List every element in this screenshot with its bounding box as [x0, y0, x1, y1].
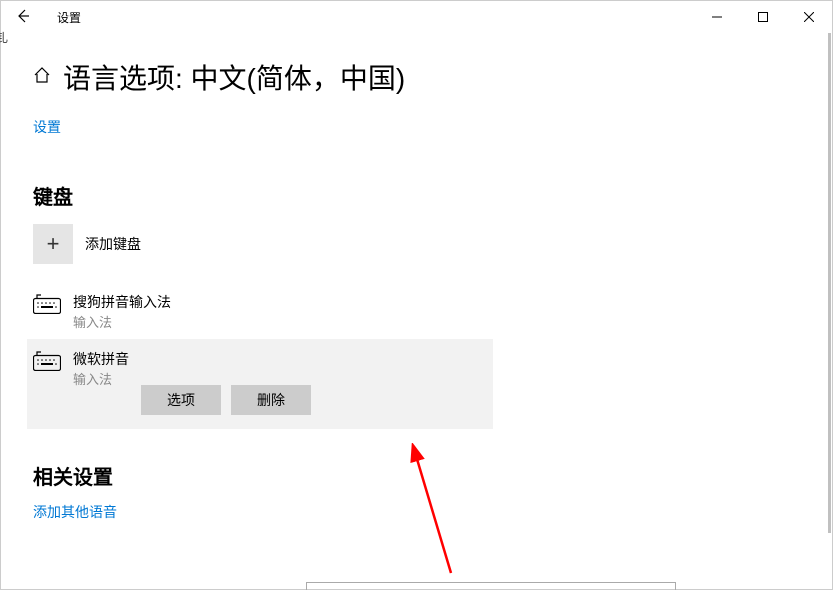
plus-icon: + — [33, 224, 73, 264]
home-button[interactable] — [33, 66, 51, 89]
titlebar-left: 设置 — [9, 8, 81, 27]
add-other-voices-link[interactable]: 添加其他语音 — [33, 504, 117, 520]
keyboard-icon — [33, 351, 61, 376]
back-button[interactable] — [9, 8, 37, 27]
keyboard-item-sogou[interactable]: 搜狗拼音输入法 输入法 — [33, 284, 493, 339]
window-controls — [694, 1, 832, 33]
scrollbar[interactable] — [828, 33, 831, 533]
add-keyboard-button[interactable]: + 添加键盘 — [33, 224, 800, 264]
back-arrow-icon — [15, 8, 31, 24]
minimize-icon — [712, 12, 722, 22]
remove-button[interactable]: 删除 — [231, 385, 311, 415]
close-icon — [804, 12, 814, 22]
keyboard-type: 输入法 — [73, 369, 129, 388]
keyboard-icon — [33, 294, 61, 319]
bottom-fragment — [306, 582, 676, 590]
page-title: 语言选项: 中文(简体，中国) — [63, 57, 405, 97]
options-button[interactable]: 选项 — [141, 385, 221, 415]
edge-fragment: 钆 — [0, 29, 8, 46]
content-area: 语言选项: 中文(简体，中国) 设置 键盘 + 添加键盘 搜狗拼音输入法 输入 — [1, 33, 832, 589]
maximize-button[interactable] — [740, 1, 786, 33]
related-settings-section: 相关设置 添加其他语音 — [33, 461, 800, 522]
settings-link[interactable]: 设置 — [33, 117, 61, 137]
maximize-icon — [758, 12, 768, 22]
keyboard-info: 搜狗拼音输入法 输入法 — [73, 292, 171, 331]
keyboard-name: 微软拼音 — [73, 349, 129, 369]
keyboard-name: 搜狗拼音输入法 — [73, 292, 171, 312]
keyboard-type: 输入法 — [73, 312, 171, 331]
keyboard-item-microsoft-pinyin[interactable]: 微软拼音 输入法 选项 删除 — [27, 339, 493, 429]
page-header: 语言选项: 中文(简体，中国) — [33, 57, 800, 97]
keyboard-section-title: 键盘 — [33, 181, 800, 210]
add-keyboard-label: 添加键盘 — [85, 234, 141, 254]
titlebar: 设置 — [1, 1, 832, 33]
keyboard-actions: 选项 删除 — [141, 385, 311, 415]
window-title: 设置 — [57, 9, 81, 26]
close-button[interactable] — [786, 1, 832, 33]
minimize-button[interactable] — [694, 1, 740, 33]
keyboard-info: 微软拼音 输入法 — [73, 349, 129, 388]
home-icon — [33, 66, 51, 84]
related-title: 相关设置 — [33, 461, 800, 490]
